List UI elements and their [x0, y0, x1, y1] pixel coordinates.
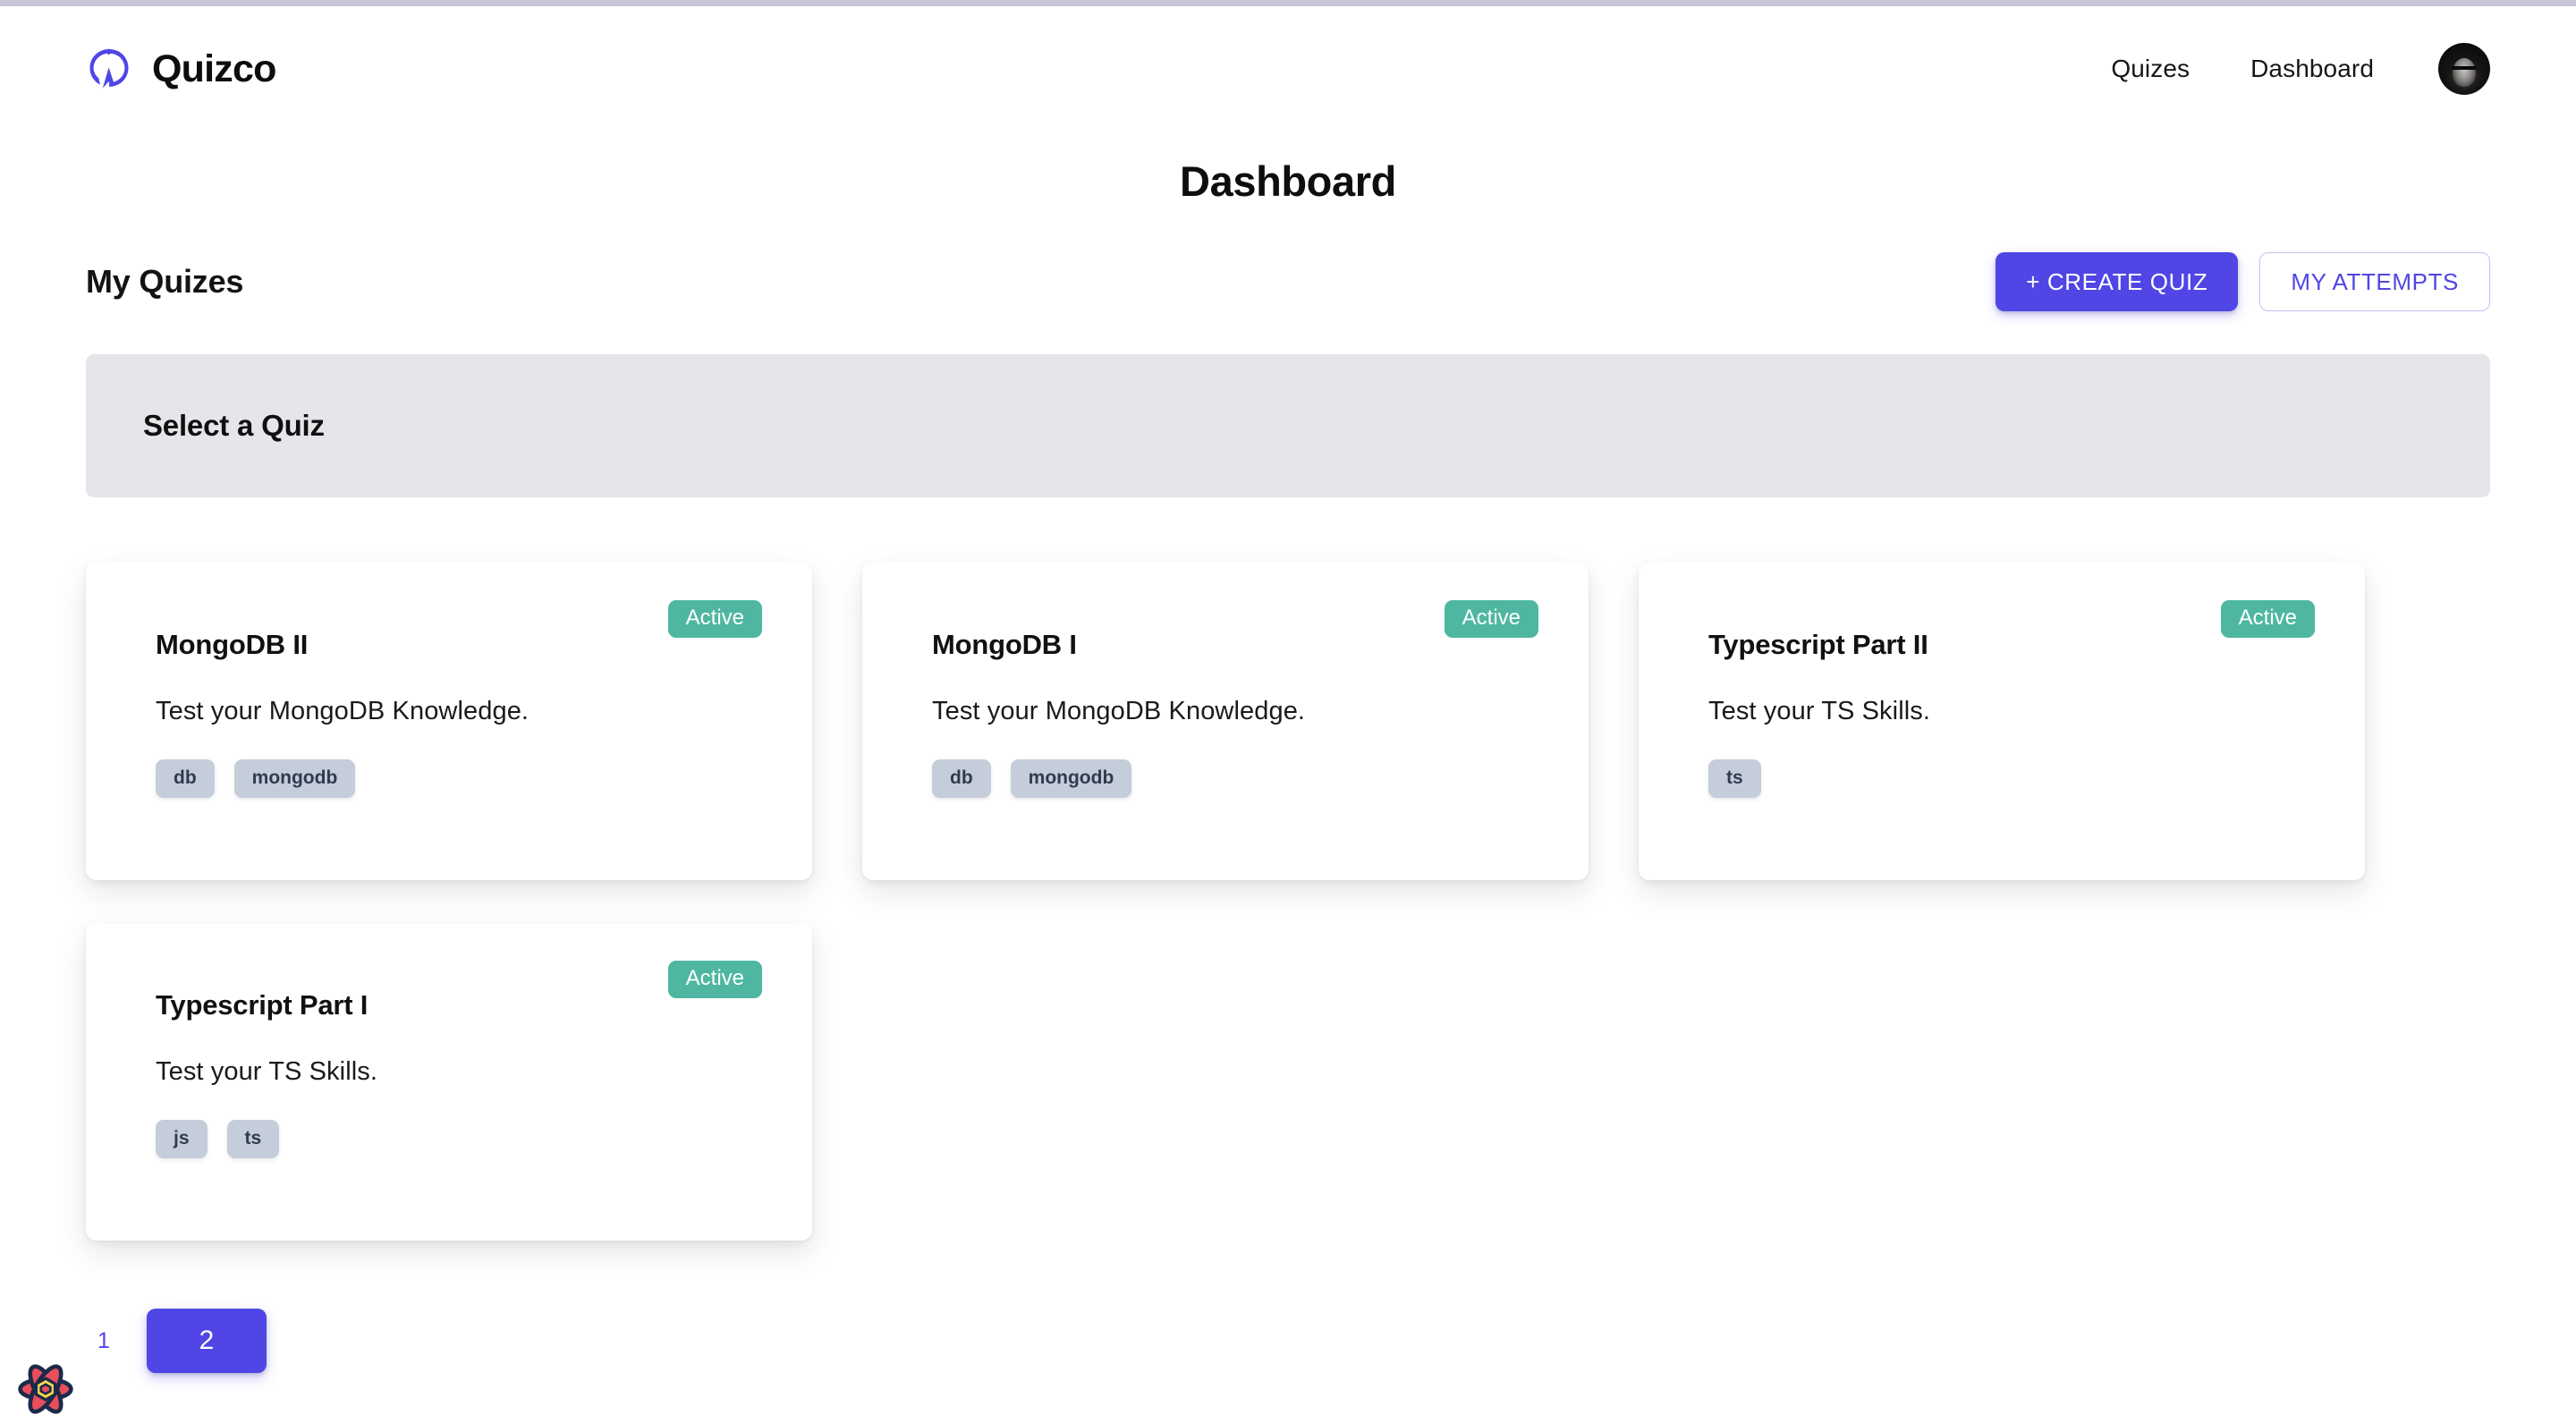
quiz-card[interactable]: Active Typescript Part II Test your TS S… [1639, 563, 2365, 880]
quiz-card-tags: db mongodb [156, 759, 742, 798]
tag-chip[interactable]: ts [227, 1120, 280, 1158]
my-attempts-button[interactable]: MY ATTEMPTS [2259, 252, 2490, 311]
nav-link-quizes[interactable]: Quizes [2080, 55, 2220, 83]
create-quiz-button[interactable]: + CREATE QUIZ [1996, 252, 2238, 311]
pagination: 1 2 [0, 1309, 2576, 1373]
quiz-card-description: Test your MongoDB Knowledge. [932, 697, 1519, 726]
status-badge: Active [668, 961, 762, 998]
quiz-card[interactable]: Active MongoDB II Test your MongoDB Know… [86, 563, 812, 880]
brand[interactable]: Quizco [86, 46, 276, 92]
tag-chip[interactable]: mongodb [234, 759, 356, 798]
page-root: Quizco Quizes Dashboard Dashboard My Qui… [0, 6, 2576, 1424]
status-badge: Active [668, 600, 762, 638]
app-header: Quizco Quizes Dashboard [0, 6, 2576, 131]
quiz-card-title: MongoDB I [932, 629, 1519, 661]
user-avatar[interactable] [2438, 43, 2490, 95]
status-badge: Active [2221, 600, 2315, 638]
quiz-card-tags: db mongodb [932, 759, 1519, 798]
pagination-page-1[interactable]: 1 [86, 1326, 122, 1356]
quiz-card-tags: ts [1708, 759, 2295, 798]
nav-link-dashboard[interactable]: Dashboard [2220, 55, 2404, 83]
quizco-q-logo-icon [86, 46, 132, 92]
header-nav: Quizes Dashboard [2080, 43, 2490, 95]
quiz-card-grid: Active MongoDB II Test your MongoDB Know… [0, 563, 2576, 1241]
select-quiz-bar[interactable]: Select a Quiz [86, 354, 2490, 497]
quiz-card-description: Test your TS Skills. [1708, 697, 2295, 726]
tag-chip[interactable]: db [932, 759, 991, 798]
quiz-card-description: Test your MongoDB Knowledge. [156, 697, 742, 726]
quiz-card-tags: js ts [156, 1120, 742, 1158]
tag-chip[interactable]: db [156, 759, 215, 798]
quiz-card[interactable]: Active MongoDB I Test your MongoDB Knowl… [862, 563, 1589, 880]
section-title: My Quizes [86, 263, 243, 301]
pagination-page-2[interactable]: 2 [147, 1309, 267, 1373]
tag-chip[interactable]: mongodb [1011, 759, 1132, 798]
page-title: Dashboard [0, 157, 2576, 206]
quiz-card-title: MongoDB II [156, 629, 742, 661]
toolbar-actions: + CREATE QUIZ MY ATTEMPTS [1996, 252, 2490, 311]
select-quiz-label: Select a Quiz [143, 409, 325, 443]
react-query-devtools-icon[interactable] [16, 1360, 75, 1419]
quiz-card-title: Typescript Part I [156, 989, 742, 1021]
quiz-card-title: Typescript Part II [1708, 629, 2295, 661]
tag-chip[interactable]: ts [1708, 759, 1761, 798]
quiz-card-description: Test your TS Skills. [156, 1057, 742, 1087]
quiz-card[interactable]: Active Typescript Part I Test your TS Sk… [86, 923, 812, 1241]
top-accent-strip [0, 0, 2576, 6]
status-badge: Active [1445, 600, 1538, 638]
section-header-row: My Quizes + CREATE QUIZ MY ATTEMPTS [0, 252, 2576, 311]
brand-name: Quizco [152, 47, 276, 91]
tag-chip[interactable]: js [156, 1120, 208, 1158]
